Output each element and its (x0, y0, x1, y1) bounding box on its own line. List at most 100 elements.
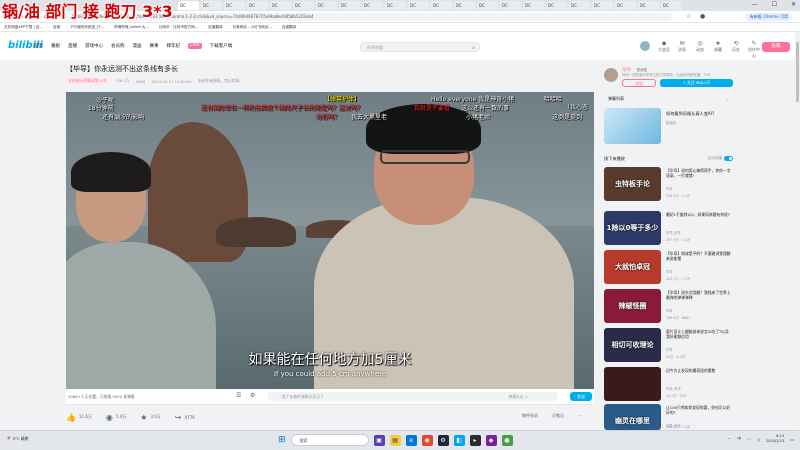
maximize-icon[interactable]: ☐ (772, 1, 777, 8)
wifi-icon[interactable]: ◠ (747, 437, 751, 442)
danmaku-input[interactable]: 发个友善的弹幕见证当下 弹幕礼仪 > (268, 392, 558, 401)
chrome-icon[interactable]: ◉ (421, 434, 433, 446)
bookmark-item[interactable]: 文件网盘APP下载 | 百... (4, 25, 43, 30)
nav-item[interactable]: 赛事 (150, 43, 159, 49)
action-right-item[interactable]: 稿件投诉 (522, 413, 538, 419)
app2-icon[interactable]: ◆ (485, 434, 497, 446)
browser-tab[interactable]: DC (546, 1, 567, 10)
profile-icon[interactable]: ● (700, 13, 705, 20)
browser-tab[interactable]: DC (661, 1, 682, 10)
browser-tab[interactable]: DC (592, 1, 613, 10)
rec-item[interactable]: 1除以0等于多少 最初1千旋除以0，如果风神要有何说? 毕导_科学 297.9万 · … (604, 211, 733, 245)
ime-indicator[interactable]: 中 (737, 436, 741, 442)
rec-item[interactable]: 大就怕卓冠 【毕导】地球是平的？不要硬讲我理解来说能懂 毕导 102.1万 · 1.7… (604, 250, 733, 284)
nav-item[interactable]: 游戏中心 (85, 43, 103, 49)
browser-tab[interactable]: DC (477, 1, 498, 10)
nav-item[interactable]: 漫画 (133, 43, 142, 49)
scrollbar-thumb[interactable] (796, 42, 799, 102)
store-icon[interactable]: ◧ (453, 434, 465, 446)
windows-start-icon[interactable]: ⊞ (278, 435, 286, 445)
header-icon-item[interactable]: ★ 收藏 (712, 40, 724, 59)
danmaku-etiquette[interactable]: 弹幕礼仪 > (508, 392, 528, 401)
browser-tab[interactable]: DC (316, 1, 337, 10)
close-icon[interactable]: ✕ (791, 1, 796, 8)
sidebar-ad[interactable]: 如何看到风格从真人变AI? 剧版拍 (604, 108, 733, 146)
browser-tab[interactable]: DC (615, 1, 636, 10)
star-icon[interactable]: ☆ (686, 13, 691, 20)
weather-widget[interactable]: ☀ 5°C 晴朗 (6, 435, 28, 442)
volume-icon[interactable]: ◁ (757, 437, 760, 442)
steam-icon[interactable]: ⚙ (437, 434, 449, 446)
nav-item[interactable]: 拜年纪 (167, 43, 181, 49)
rec-item[interactable]: 虫特板手论 【毕导】如何用心搞得两手，你你一字语录，一打就就! 毕导 336.4万 ·… (604, 167, 733, 201)
app3-icon[interactable]: ● (501, 434, 513, 446)
browser-tab[interactable]: DC (362, 1, 383, 10)
header-icon-item[interactable]: ◆ 大会员 (658, 40, 670, 59)
browser-tab[interactable]: DC (569, 1, 590, 10)
danmaku-toggle-icon[interactable]: ☰ (236, 392, 241, 399)
browser-tab[interactable]: DC (638, 1, 659, 10)
action-right-item[interactable]: 记笔记 (552, 413, 564, 419)
nav-item[interactable]: 下载客户端 (210, 43, 233, 49)
browser-tab[interactable]: DC (178, 1, 199, 10)
upload-button[interactable]: 投稿 (762, 42, 790, 52)
header-icon-item[interactable]: ◎ 动态 (694, 40, 706, 59)
toggle-switch[interactable] (724, 156, 733, 161)
rank-badge[interactable]: 全站排行榜最高第10名 (66, 77, 110, 85)
bookmark-item[interactable]: 百度翻译 (282, 25, 296, 30)
uploader-avatar[interactable] (604, 68, 618, 82)
nav-item[interactable]: LIVE (188, 43, 202, 49)
bookmark-item[interactable]: 百度翻译 (208, 25, 222, 30)
action-right-item[interactable]: ⋯ (578, 413, 582, 419)
browser-tab[interactable]: DC (454, 1, 475, 10)
browser-tab[interactable]: DC (431, 1, 452, 10)
browser-tab[interactable]: DC (201, 1, 222, 10)
header-icon-item[interactable]: ⟲ 历史 (730, 40, 742, 59)
taskbar-search[interactable]: 搜索 (290, 434, 369, 446)
bookmark-item[interactable]: 比特币 · 比特币官方网... (159, 25, 198, 30)
rec-item[interactable]: 相切可收理论 要片设计上翻脑部来说怎么吃了?以及我好能够应用 毕导 45万 · 8.4… (604, 328, 733, 362)
nav-item[interactable]: 直播 (68, 43, 77, 49)
chrome-update-button[interactable]: 有新版 Chrome 可用 (745, 13, 792, 21)
danmaku-send-button[interactable]: 发送 (570, 392, 592, 401)
browser-tab[interactable]: DC (270, 1, 291, 10)
bookmark-item[interactable]: 哔哩哔哩_bilibili 大... (114, 25, 149, 30)
terminal-icon[interactable]: ▸ (469, 434, 481, 446)
bookmark-item[interactable]: 下行服务系统查_代... (70, 25, 104, 30)
browser-tab[interactable]: DC (385, 1, 406, 10)
video-player[interactable]: 沙子呢 18分钟前 还有潮汐的影响 没有国际单位一样的东西就个国际尺子长的测定吗？这对… (66, 92, 594, 389)
folder-icon[interactable]: ▤ (389, 434, 401, 446)
rec-item[interactable]: 辣椒怪圈 【毕导】改东北怪圈？我找来了世界上最弹的弹弹弹弹 毕导 786.6万 · 6… (604, 289, 733, 323)
danmaku-settings-icon[interactable]: ⚙ (250, 392, 255, 399)
danmaku-list-toggle[interactable]: 弹幕列表 ⌄ (604, 94, 733, 103)
browser-tab[interactable]: DC (523, 1, 544, 10)
minimize-icon[interactable]: — (752, 1, 758, 8)
rec-item[interactable]: 幽灵在哪里 让100只鸡和你发现惊喜，你也可以好好的? 毕导_科学 980.2万 · … (604, 404, 733, 430)
browser-tab[interactable]: DC (224, 1, 245, 10)
nav-item[interactable]: 首页 (34, 43, 43, 49)
user-avatar[interactable] (640, 41, 650, 51)
nav-item[interactable]: 会员购 (111, 43, 125, 49)
page-scrollbar[interactable] (795, 32, 800, 430)
charge-button[interactable]: 充电 (622, 79, 656, 87)
follow-button[interactable]: + 关注 986.5万 (660, 79, 733, 87)
search-input[interactable]: 你不知道 ⌕ (360, 42, 480, 52)
bookmark-item[interactable]: 抖音网站 - 小红书网站... (233, 25, 272, 30)
edge-icon[interactable]: e (405, 434, 417, 446)
clock[interactable]: 6:13 2024/2/15 (766, 434, 784, 444)
nav-item[interactable]: 番剧 (51, 43, 60, 49)
header-icon-item[interactable]: ✎ 创作中心 (748, 40, 760, 59)
browser-tab[interactable]: DC (500, 1, 521, 10)
browser-tab[interactable]: DC (247, 1, 268, 10)
app-icon[interactable]: ▣ (373, 434, 385, 446)
rec-item[interactable]: 边今为止发现的最奇怪的素数 毕导_科学 44.7万 · 293 (604, 367, 733, 401)
browser-tab[interactable]: DC (339, 1, 360, 10)
chevron-up-icon[interactable]: ⌃ (728, 437, 731, 442)
browser-tab[interactable]: DC (408, 1, 429, 10)
notification-icon[interactable]: ▭ (790, 437, 794, 442)
browser-tab[interactable]: DC (293, 1, 314, 10)
bookmark-item[interactable]: 百度 (53, 25, 60, 30)
search-icon[interactable]: ⌕ (472, 44, 475, 53)
header-icon-item[interactable]: ✉ 消息 (676, 40, 688, 59)
autoplay-toggle[interactable]: 自动连播 (708, 156, 733, 161)
